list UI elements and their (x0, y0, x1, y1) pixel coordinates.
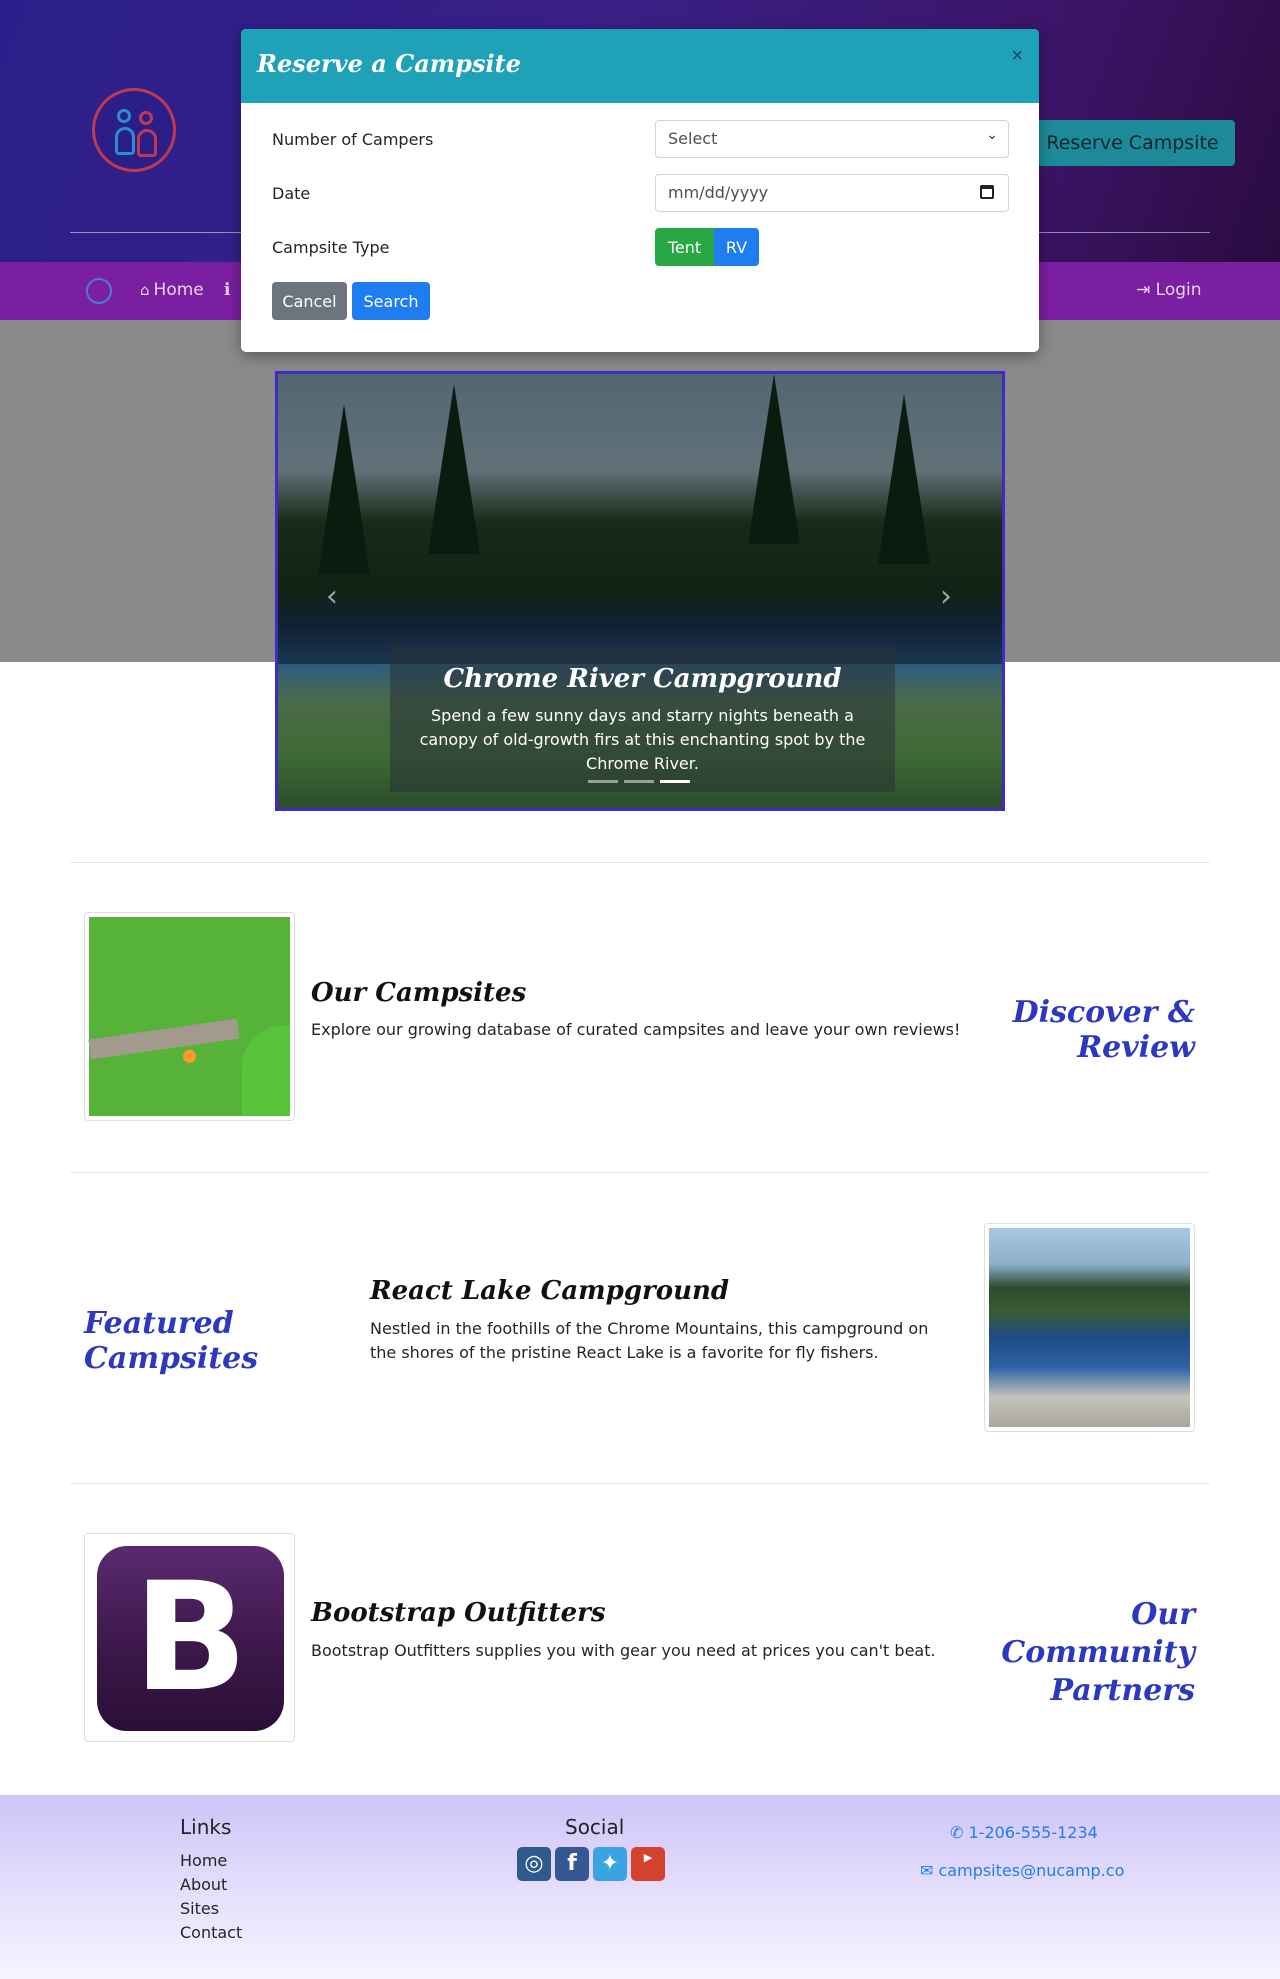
bootstrap-logo: B (89, 1538, 290, 1737)
campsite-type-row: Campsite Type Tent RV (272, 228, 1032, 268)
calendar-icon[interactable] (980, 185, 994, 199)
logo-person-icon (139, 111, 153, 125)
modal-header: Reserve a Campsite × (241, 29, 1039, 103)
campers-select-value: Select (668, 129, 718, 148)
instagram-icon[interactable]: ◎ (517, 1847, 551, 1881)
carousel-caption: Chrome River Campground Spend a few sunn… (390, 646, 895, 792)
nav-login-label: Login (1155, 280, 1202, 300)
close-icon[interactable]: × (1011, 45, 1023, 68)
log-shape (88, 1018, 240, 1060)
date-row: Date mm/dd/yyyy (272, 174, 1032, 214)
footer-links-heading: Links (180, 1815, 232, 1839)
react-lake-title: React Lake Campground (370, 1276, 730, 1306)
navbar-brand-logo[interactable] (86, 278, 112, 304)
facebook-icon[interactable]: f (555, 1847, 589, 1881)
featured-campsites-heading: Featured Campsites (84, 1306, 259, 1376)
partner-thumbnail: B (84, 1533, 295, 1742)
campfire-image (88, 917, 290, 1116)
rv-button[interactable]: RV (714, 228, 759, 266)
section-divider (70, 1172, 1210, 1173)
campsite-type-label: Campsite Type (272, 238, 390, 257)
campsite-carousel: ‹ › Chrome River Campground Spend a few … (275, 371, 1005, 811)
date-label: Date (272, 184, 311, 203)
bootstrap-outfitters-title: Bootstrap Outfitters (311, 1598, 606, 1628)
section-divider (70, 862, 1210, 863)
tent-shape (242, 1026, 290, 1116)
carousel-caption-text: Spend a few sunny days and starry nights… (419, 706, 866, 773)
phone-icon: ✆ (950, 1823, 964, 1842)
carousel-caption-title: Chrome River Campground (443, 664, 842, 694)
chevron-down-icon: ⌄ (986, 127, 998, 143)
section-divider (70, 1483, 1210, 1484)
campers-select[interactable]: Select ⌄ (655, 120, 1009, 158)
date-placeholder: mm/dd/yyyy (668, 183, 769, 202)
footer-link-sites[interactable]: Sites (180, 1899, 219, 1918)
email-address: campsites@nucamp.co (938, 1861, 1125, 1880)
logo-person-icon (117, 109, 131, 123)
react-lake-text: Nestled in the foothills of the Chrome M… (370, 1319, 929, 1362)
logo-body-icon (115, 127, 135, 155)
discover-review-heading: Discover & Review (1012, 995, 1195, 1065)
footer-email[interactable]: ✉ campsites@nucamp.co (920, 1861, 1124, 1880)
nav-link-home[interactable]: ⌂ Home (140, 280, 204, 300)
twitter-icon[interactable]: ✦ (593, 1847, 627, 1881)
bootstrap-logo-tile: B (97, 1546, 284, 1731)
carousel-next-icon[interactable]: › (940, 579, 952, 614)
footer-link-about[interactable]: About (180, 1875, 227, 1894)
carousel-indicator[interactable] (588, 780, 618, 783)
nucamp-logo (92, 88, 176, 172)
nav-link-login[interactable]: ⇥ Login (1136, 280, 1202, 300)
site-footer: Links Home About Sites Contact Social ◎ … (0, 1795, 1280, 1979)
reserve-campsite-modal: Reserve a Campsite × Number of Campers S… (241, 29, 1039, 352)
cancel-button[interactable]: Cancel (272, 282, 347, 320)
carousel-indicator[interactable] (624, 780, 654, 783)
nav-home-label: Home (153, 280, 204, 300)
carousel-indicator[interactable] (660, 780, 690, 783)
footer-link-contact[interactable]: Contact (180, 1923, 242, 1942)
sign-in-icon: ⇥ (1136, 280, 1151, 300)
react-lake-thumbnail (984, 1223, 1195, 1432)
carousel-indicators (588, 780, 690, 783)
search-button[interactable]: Search (352, 282, 430, 320)
date-input[interactable]: mm/dd/yyyy (655, 174, 1009, 212)
footer-phone[interactable]: ✆ 1-206-555-1234 (950, 1823, 1098, 1842)
our-campsites-text: Explore our growing database of curated … (311, 1020, 961, 1039)
carousel-prev-icon[interactable]: ‹ (326, 579, 338, 614)
footer-social-heading: Social (565, 1815, 625, 1839)
bootstrap-outfitters-text: Bootstrap Outfitters supplies you with g… (311, 1641, 936, 1660)
lake-image (989, 1228, 1190, 1427)
campers-row: Number of Campers Select ⌄ (272, 120, 1032, 160)
campers-label: Number of Campers (272, 130, 434, 149)
logo-body-icon (137, 129, 157, 157)
campsite-thumbnail (84, 912, 295, 1121)
carousel-dim-overlay (278, 374, 1002, 664)
home-icon: ⌂ (140, 281, 150, 299)
youtube-icon[interactable]: ▶ (631, 1847, 665, 1881)
reserve-campsite-button[interactable]: Reserve Campsite (1030, 120, 1235, 166)
our-campsites-title: Our Campsites (311, 978, 527, 1008)
info-icon[interactable]: ℹ (224, 280, 230, 300)
envelope-icon: ✉ (920, 1861, 934, 1880)
modal-title: Reserve a Campsite (257, 49, 521, 78)
phone-number: 1-206-555-1234 (968, 1823, 1098, 1842)
tent-button[interactable]: Tent (655, 228, 714, 266)
community-partners-heading: Our Community Partners (1001, 1597, 1195, 1708)
footer-link-home[interactable]: Home (180, 1851, 227, 1870)
